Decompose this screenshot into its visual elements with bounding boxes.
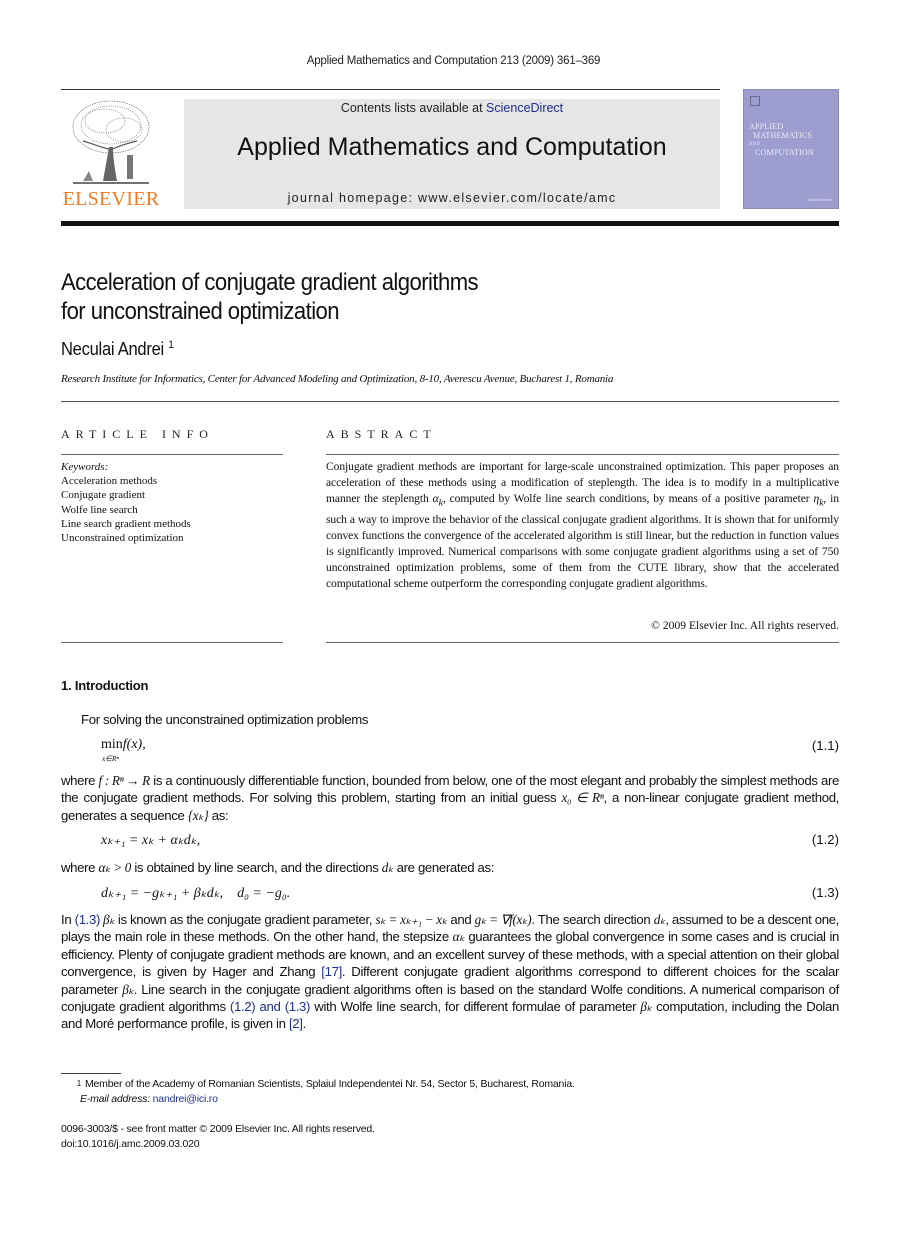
citation-ref-17[interactable]: [17] bbox=[321, 964, 342, 979]
equation-number: (1.1) bbox=[811, 738, 839, 753]
paragraph: For solving the unconstrained optimizati… bbox=[81, 712, 369, 727]
footnote: 1 Member of the Academy of Romanian Scien… bbox=[61, 1077, 575, 1106]
equation-1-2: xₖ₊₁ = xₖ + αₖdₖ, bbox=[101, 833, 201, 848]
paragraph: where αₖ > 0 is obtained by line search,… bbox=[61, 860, 495, 875]
cover-text: APPLIED bbox=[749, 122, 784, 131]
contents-line: Contents lists available at ScienceDirec… bbox=[184, 101, 720, 115]
keyword: Unconstrained optimization bbox=[61, 532, 184, 545]
paragraph: where f : Rⁿ → R is a continuously diffe… bbox=[61, 773, 840, 823]
author-name: Neculai Andrei bbox=[61, 339, 164, 359]
divider bbox=[326, 642, 839, 643]
contents-prefix: Contents lists available at bbox=[340, 101, 487, 115]
issn-line: 0096-3003/$ - see front matter © 2009 El… bbox=[61, 1123, 375, 1135]
keywords-label: Keywords: bbox=[61, 461, 109, 473]
sciencedirect-link[interactable]: ScienceDirect bbox=[486, 101, 563, 115]
divider bbox=[326, 454, 839, 455]
divider bbox=[61, 454, 283, 455]
citation-ref-2[interactable]: [2] bbox=[289, 1016, 303, 1031]
elsevier-badge-icon bbox=[750, 96, 760, 106]
abstract-text: Conjugate gradient methods are important… bbox=[326, 460, 839, 590]
abstract-copyright: © 2009 Elsevier Inc. All rights reserved… bbox=[651, 619, 839, 632]
journal-homepage-link[interactable]: journal homepage: www.elsevier.com/locat… bbox=[184, 191, 720, 205]
author-footnote-mark[interactable]: 1 bbox=[168, 339, 174, 351]
title-line: Acceleration of conjugate gradient algor… bbox=[61, 269, 479, 296]
article-title: Acceleration of conjugate gradient algor… bbox=[61, 268, 479, 326]
doi-link[interactable]: doi:10.1016/j.amc.2009.03.020 bbox=[61, 1137, 375, 1152]
journal-citation: Applied Mathematics and Computation 213 … bbox=[306, 55, 601, 67]
author-email-link[interactable]: nandrei@ici.ro bbox=[153, 1093, 218, 1105]
journal-cover-thumbnail[interactable]: APPLIED MATHEMATICS AND COMPUTATION Scie… bbox=[743, 89, 839, 209]
abstract-heading: ABSTRACT bbox=[326, 427, 437, 441]
elsevier-tree-icon bbox=[72, 100, 150, 184]
divider bbox=[61, 642, 283, 643]
paragraph: In (1.3) βₖ is known as the conjugate gr… bbox=[61, 912, 840, 1032]
keyword: Conjugate gradient bbox=[61, 489, 146, 502]
divider bbox=[61, 401, 839, 402]
keyword: Acceleration methods bbox=[61, 475, 158, 488]
cover-sciencedirect-mark: ScienceDirect bbox=[807, 197, 832, 202]
journal-title: Applied Mathematics and Computation bbox=[237, 133, 667, 161]
equation-1-1: min x∈Rⁿ f(x), bbox=[101, 737, 146, 763]
cover-text: AND bbox=[749, 142, 761, 147]
footnote-rule bbox=[61, 1073, 121, 1074]
front-matter: 0096-3003/$ - see front matter © 2009 El… bbox=[61, 1122, 375, 1151]
equation-number: (1.2) bbox=[811, 832, 839, 847]
equation-number: (1.3) bbox=[811, 885, 839, 900]
elsevier-wordmark: ELSEVIER bbox=[62, 188, 160, 210]
cover-text: COMPUTATION bbox=[755, 148, 814, 157]
keywords-list: Keywords: Acceleration methods Conjugate… bbox=[61, 460, 191, 545]
section-heading-introduction: 1. Introduction bbox=[61, 678, 149, 693]
title-line: for unconstrained optimization bbox=[61, 298, 340, 325]
article-info-heading: ARTICLE INFO bbox=[61, 427, 214, 441]
author: Neculai Andrei 1 bbox=[61, 339, 174, 360]
equation-1-3: dₖ₊₁ = −gₖ₊₁ + βₖdₖ, d₀ = −g₀. bbox=[101, 886, 291, 901]
keyword: Wolfe line search bbox=[61, 503, 138, 516]
cover-text: MATHEMATICS bbox=[753, 131, 813, 140]
elsevier-logo[interactable]: ELSEVIER bbox=[61, 97, 161, 210]
journal-banner: Contents lists available at ScienceDirec… bbox=[184, 99, 720, 209]
header-rule bbox=[61, 89, 720, 90]
affiliation: Research Institute for Informatics, Cent… bbox=[61, 373, 614, 385]
footnote-mark: 1 bbox=[76, 1079, 81, 1088]
equation-ref-1-3[interactable]: (1.3) bbox=[75, 912, 101, 927]
footnote-text: Member of the Academy of Romanian Scient… bbox=[85, 1078, 575, 1090]
keyword: Line search gradient methods bbox=[61, 517, 191, 530]
equation-ref-1-2-1-3[interactable]: (1.2) and (1.3) bbox=[230, 999, 310, 1014]
email-label: E-mail address: bbox=[80, 1092, 150, 1105]
header-thick-rule bbox=[61, 221, 839, 226]
